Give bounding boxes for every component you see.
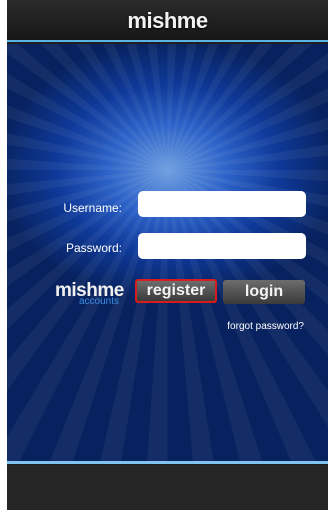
register-button[interactable]: register [135, 279, 217, 303]
panel-bottom-accent-line [7, 461, 328, 464]
bottom-bar [7, 465, 328, 510]
top-bar: mishme [7, 0, 328, 42]
accounts-brand: mishme accounts [55, 280, 124, 307]
password-label: Password: [65, 241, 122, 255]
forgot-password-link[interactable]: forgot password? [227, 321, 304, 332]
username-field[interactable] [138, 191, 306, 217]
accounts-brand-subtitle: accounts [79, 296, 120, 307]
login-button-label: login [244, 283, 284, 300]
login-button[interactable]: login [223, 280, 305, 304]
register-button-label: register [146, 282, 206, 299]
password-field[interactable] [138, 233, 306, 259]
login-panel: Username: Password: mishme accounts regi… [7, 44, 328, 464]
header-logo-text: mishme [127, 8, 208, 33]
username-label: Username: [63, 201, 122, 215]
top-bar-accent-line [7, 40, 328, 42]
app-window: mishme Username: Password: mishme accoun… [7, 0, 328, 510]
header-logo: mishme [7, 8, 328, 34]
